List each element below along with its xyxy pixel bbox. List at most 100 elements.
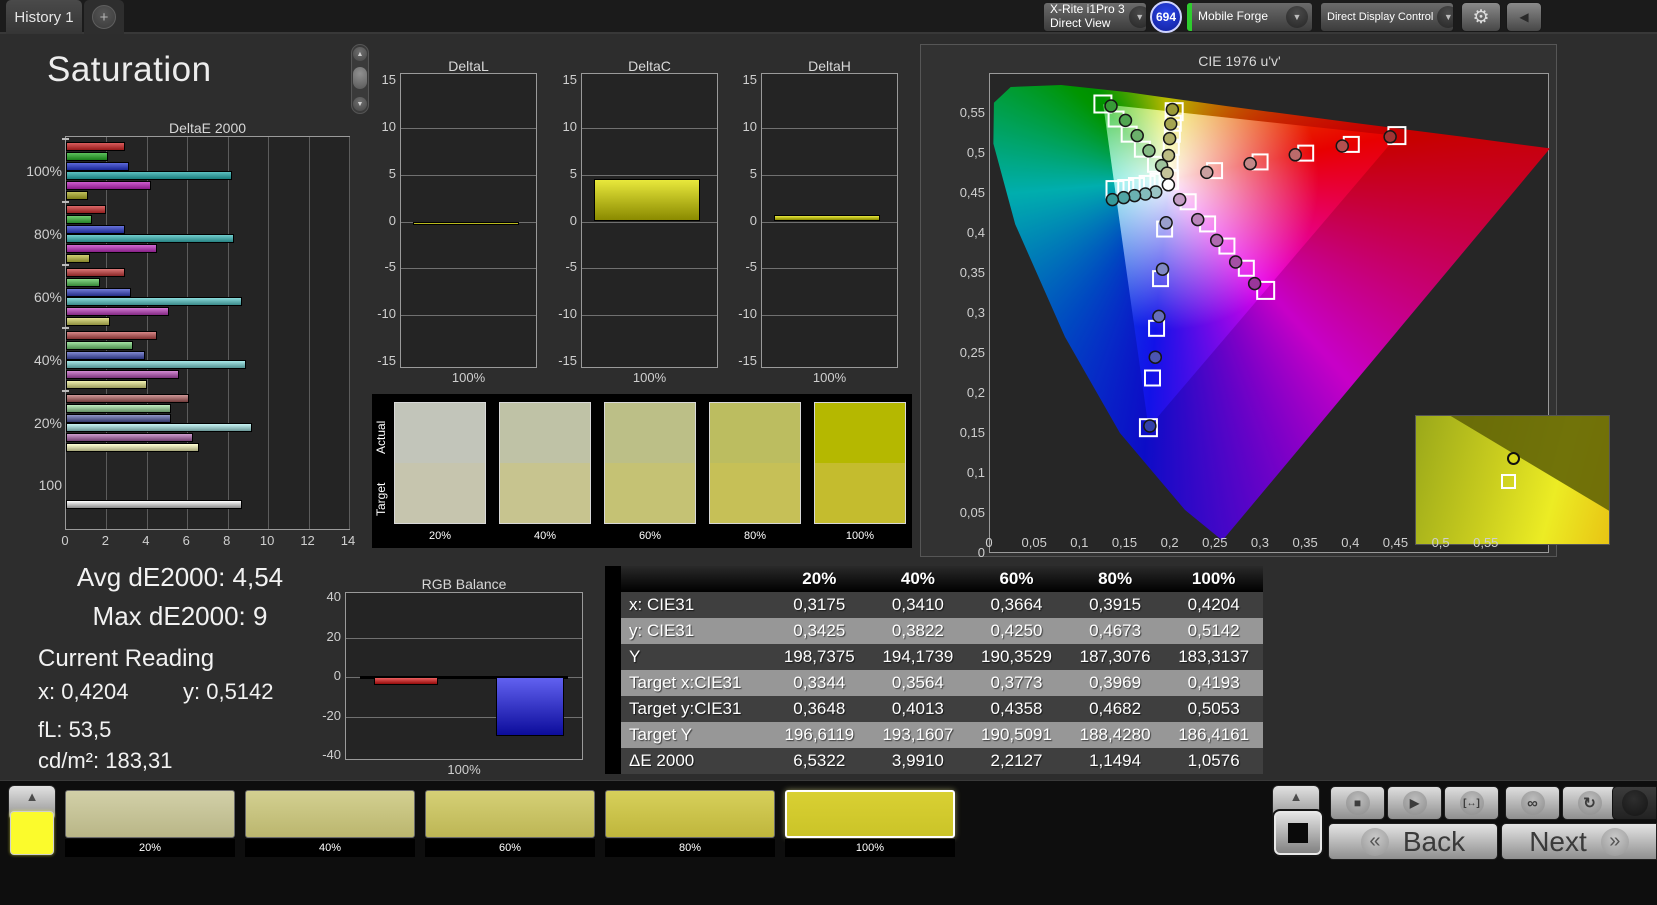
de-bar-blue	[66, 161, 129, 171]
cie-y-tick: 0,25	[959, 345, 985, 360]
gridline	[582, 268, 717, 270]
back-button[interactable]: « Back	[1328, 823, 1498, 860]
target-swatch	[395, 463, 485, 523]
table-header-row: 20% 40% 60% 80% 100%	[605, 566, 1263, 592]
de-bar-green	[66, 340, 133, 350]
loop-range-button[interactable]: [↔]	[1444, 786, 1499, 820]
gridline	[227, 137, 229, 529]
table-header-40%: 40%	[900, 569, 935, 588]
source-status-strip	[1187, 3, 1192, 31]
patch-swatch-80%[interactable]	[605, 790, 775, 838]
play-button[interactable]: ▶	[1387, 786, 1442, 820]
continuous-button[interactable]: ∞	[1505, 786, 1560, 820]
stop-icon	[1288, 823, 1308, 843]
source-selector[interactable]: Mobile Forge ▼	[1186, 2, 1313, 32]
cie-x-tick: 0,45	[1382, 535, 1409, 550]
table-row[interactable]: x: CIE31 0,3175 0,3410 0,3664 0,3915 0,4204	[605, 592, 1263, 618]
scroll-down-icon[interactable]: ▼	[353, 97, 367, 111]
cie-x-tick: 0,1	[1070, 535, 1089, 550]
de-bar-yellow	[66, 254, 91, 263]
add-tab-button[interactable]: +	[84, 0, 124, 34]
patch-swatch-20%[interactable]	[65, 790, 235, 838]
actual-swatch	[500, 403, 590, 463]
deltaL-x-label: 100%	[451, 370, 486, 385]
measured-circle-icon	[1143, 419, 1157, 433]
meter-name: X-Rite i1Pro 3	[1050, 2, 1125, 17]
cie-x-tick: 0	[985, 535, 993, 550]
meter-mode: Direct View	[1050, 16, 1111, 30]
table-row[interactable]: Target x:CIE31 0,3344 0,3564 0,3773 0,3969 0,…	[605, 670, 1263, 696]
record-indicator-button[interactable]	[1612, 786, 1657, 820]
de-bar-blue	[66, 224, 125, 234]
x-tick-label: 8	[223, 533, 231, 548]
table-row[interactable]: y: CIE31 0,3425 0,3822 0,4250 0,4673 0,5142	[605, 618, 1263, 644]
row-value: 0,3822	[891, 621, 944, 640]
deltaH-x-label: 100%	[812, 370, 847, 385]
table-row[interactable]: Target Y 196,6119 193,1607 190,5091 188,4280…	[605, 722, 1263, 748]
chevron-double-right-icon: »	[1600, 827, 1629, 856]
x-tick-label: 6	[182, 533, 190, 548]
de-bar-magenta	[66, 307, 170, 317]
deltaH-bar	[774, 214, 880, 222]
y-tick-label: -5	[565, 259, 577, 275]
patch-swatch-40%[interactable]	[245, 790, 415, 838]
reading-cdm2: cd/m²: 183,31	[38, 748, 173, 773]
gridline	[187, 137, 189, 529]
patch-label: 60%	[425, 839, 595, 857]
axis-tick	[62, 201, 69, 203]
next-button[interactable]: Next »	[1501, 823, 1657, 860]
gridline	[762, 127, 897, 129]
row-value: 0,3344	[793, 673, 846, 692]
de-bar-green	[66, 151, 109, 161]
x-tick-label: 4	[142, 533, 150, 548]
patch-swatch-60%[interactable]	[425, 790, 595, 838]
tab-history-1[interactable]: History 1	[6, 0, 82, 34]
target-swatch	[605, 463, 695, 523]
target-square-icon	[1148, 319, 1166, 337]
cie-chart-title: CIE 1976 u'v'	[1198, 53, 1281, 69]
x-tick-label: 12	[300, 533, 315, 548]
gear-icon: ⚙	[1472, 6, 1490, 28]
gridline	[401, 174, 536, 176]
repeat-button[interactable]: ↻	[1562, 786, 1617, 820]
patch-swatch-100%[interactable]	[785, 790, 955, 838]
measurement-table: 20% 40% 60% 80% 100% x: CIE31 0,3175 0,3410 0,36…	[605, 566, 1263, 774]
measured-circle-icon	[1200, 165, 1214, 180]
bottom-bar: ▲ 20% 40% 60% 80% 100% ▲ ■ ▶ [↔] ∞ ↻ « Back Next…	[0, 780, 1657, 905]
gridline	[349, 137, 350, 529]
stop-button[interactable]: ■	[1330, 786, 1385, 820]
x-tick-label: 0	[61, 533, 69, 548]
current-patch-swatch[interactable]	[10, 811, 54, 855]
table-row[interactable]: ΔE 2000 6,5322 3,9910 2,2127 1,1494 1,0576	[605, 748, 1263, 774]
de-bar-blue	[66, 350, 145, 360]
measured-circle-icon	[1172, 192, 1187, 207]
meter-reading-badge[interactable]: 694	[1150, 1, 1182, 33]
swatch-pair-60%	[604, 402, 696, 524]
settings-button[interactable]: ⚙	[1461, 2, 1501, 32]
de-bar-cyan	[66, 423, 252, 433]
cie-y-tick: 0,2	[966, 385, 985, 400]
cie-x-tick: 0,4	[1341, 535, 1360, 550]
rgb-balance-title: RGB Balance	[421, 576, 507, 592]
chevron-double-left-icon: «	[1360, 827, 1389, 856]
cie-x-tick: 0,2	[1160, 535, 1179, 550]
table-row[interactable]: Y 198,7375 194,1739 190,3529 187,3076 183,313…	[605, 644, 1263, 670]
gridline	[762, 221, 897, 223]
y-tick-label: 10	[742, 118, 757, 134]
meter-selector[interactable]: X-Rite i1Pro 3 Direct View ▼	[1043, 2, 1147, 32]
rgb-balance-chart	[345, 592, 583, 760]
measured-circle-icon	[1247, 276, 1262, 291]
deltaL-title: DeltaL	[448, 58, 489, 74]
table-row[interactable]: Target y:CIE31 0,3648 0,4013 0,4358 0,4682 0,…	[605, 696, 1263, 722]
y-tick-label: 10	[381, 118, 396, 134]
scroll-up-icon[interactable]: ▲	[353, 47, 367, 61]
gridline	[401, 127, 536, 129]
row-value: 0,3664	[990, 595, 1043, 614]
display-control-selector[interactable]: Direct Display Control ▼	[1320, 2, 1454, 32]
row-value: 0,3410	[891, 595, 944, 614]
row-value: 0,4013	[891, 699, 944, 718]
gridline	[762, 315, 897, 317]
collapse-panel-button[interactable]: ◀	[1506, 2, 1542, 32]
stop-pattern-button[interactable]	[1272, 809, 1324, 857]
deltaL-chart	[400, 73, 537, 368]
